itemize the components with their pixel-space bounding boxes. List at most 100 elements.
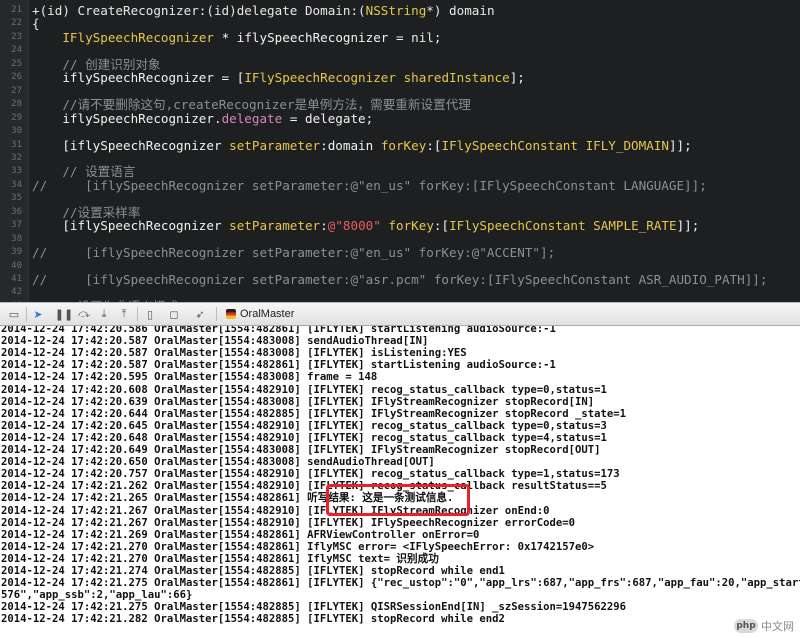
- line-number: 32: [11, 152, 22, 163]
- line-number: 41: [11, 274, 22, 284]
- code-token: SAMPLE_RATE: [593, 218, 677, 234]
- code-line: 24: [0, 44, 800, 57]
- code-text: {: [32, 17, 40, 30]
- line-number: 36: [11, 206, 22, 217]
- console-log-line: 2014-12-24 17:42:20.645 OralMaster[1554:…: [1, 419, 607, 432]
- step-over-icon[interactable]: ⤼: [74, 306, 94, 322]
- line-number: 39: [11, 247, 22, 258]
- console-log-line: 2014-12-24 17:42:20.757 OralMaster[1554:…: [1, 468, 620, 481]
- breakpoint-icon[interactable]: ➤: [28, 306, 48, 322]
- console-log-line: 2014-12-24 17:42:21.275 OralMaster[1554:…: [1, 601, 627, 614]
- line-number: 21: [11, 5, 22, 15]
- console-log-line: 2014-12-24 17:42:20.595 OralMaster[1554:…: [1, 371, 378, 384]
- console-output[interactable]: 2014-12-24 17:42:20.586 OralMaster[1554:…: [0, 326, 800, 639]
- console-log-line: 2014-12-24 17:42:21.282 OralMaster[1554:…: [1, 613, 505, 626]
- view-hierarchy-icon[interactable]: ▯: [140, 306, 160, 322]
- code-text: // [iflySpeechRecognizer setParameter:@"…: [32, 246, 555, 259]
- code-token: IFLY_DOMAIN: [585, 137, 669, 153]
- console-log-line: 2014-12-24 17:42:20.639 OralMaster[1554:…: [1, 395, 595, 408]
- code-line: 39 // [iflySpeechRecognizer setParameter:…: [0, 246, 800, 259]
- watermark-logo: php: [734, 619, 758, 633]
- code-line: 32: [0, 152, 800, 165]
- code-token: delegate: [221, 110, 283, 126]
- line-number: 29: [11, 112, 22, 123]
- code-text: [iflySpeechRecognizer setParameter:domai…: [32, 137, 692, 153]
- line-number: 34: [11, 179, 22, 190]
- memory-graph-icon[interactable]: ◻: [164, 306, 184, 322]
- line-number: 38: [11, 233, 22, 244]
- line-number: 37: [11, 220, 22, 231]
- code-token: :: [320, 218, 328, 234]
- code-token: IFlySpeechConstant: [441, 137, 578, 153]
- line-number: 22: [11, 18, 22, 29]
- code-token: [iflySpeechRecognizer: [32, 218, 230, 234]
- console-log-line: 2014-12-24 17:42:20.586 OralMaster[1554:…: [1, 326, 556, 335]
- code-token: ]];: [668, 137, 692, 153]
- code-token: iflySpeechRecognizer = [: [32, 70, 245, 86]
- code-line: 28 //请不要删除这句,createRecognizer是单例方法，需要重新设…: [0, 98, 800, 111]
- console-log-line: 2014-12-24 17:42:21.270 OralMaster[1554:…: [1, 552, 439, 565]
- console-log-line: 2014-12-24 17:42:20.608 OralMaster[1554:…: [1, 383, 607, 396]
- app-icon: [226, 309, 236, 319]
- code-token: IFlySpeechRecognizer: [244, 70, 396, 86]
- code-token: IFlySpeechConstant: [449, 218, 586, 234]
- pause-icon[interactable]: ❚❚: [54, 306, 74, 322]
- hide-console-icon[interactable]: ▭: [4, 306, 24, 322]
- console-log-line: 576","app_ssb":2,"app_lau":66}: [1, 589, 193, 602]
- code-token: +(id) CreateRecognizer:(id)delegate Doma…: [32, 3, 366, 18]
- code-line: 31 [iflySpeechRecognizer setParameter:do…: [0, 139, 800, 152]
- code-text: [iflySpeechRecognizer setParameter:@"800…: [32, 219, 699, 232]
- code-token: nil: [411, 29, 434, 45]
- line-number: 26: [11, 72, 22, 83]
- code-line: 21 +(id) CreateRecognizer:(id)delegate Do…: [0, 4, 800, 17]
- code-token: setParameter: [229, 137, 321, 153]
- console-log-line: 2014-12-24 17:42:21.270 OralMaster[1554:…: [1, 540, 595, 553]
- code-token: = delegate;: [282, 110, 374, 126]
- code-line: 27: [0, 85, 800, 98]
- debug-toolbar: ▭ ➤ ❚❚ ⤼ ⤓ ⤒ ▯ ◻ ➶ OralMaster: [0, 302, 800, 326]
- code-text: //设置采样率: [32, 206, 140, 219]
- code-token: IFlySpeechRecognizer: [62, 29, 214, 45]
- code-line: 22 {: [0, 17, 800, 30]
- code-line: 33 // 设置语言: [0, 165, 800, 178]
- console-log-line: 2014-12-24 17:42:20.649 OralMaster[1554:…: [1, 444, 601, 456]
- line-number: 33: [11, 166, 22, 177]
- app-target[interactable]: OralMaster: [226, 306, 294, 322]
- code-token: [iflySpeechRecognizer: [32, 137, 230, 153]
- code-line: 34 // [iflySpeechRecognizer setParameter:…: [0, 179, 800, 192]
- code-text: // 设置语言: [32, 165, 135, 178]
- step-into-icon[interactable]: ⤓: [94, 306, 114, 322]
- code-text: iflySpeechRecognizer.delegate = delegate…: [32, 112, 373, 125]
- console-log-line: 2014-12-24 17:42:20.587 OralMaster[1554:…: [1, 335, 429, 348]
- code-line: 25 // 创建识别对象: [0, 58, 800, 71]
- code-line: 42: [0, 286, 800, 299]
- step-out-icon[interactable]: ⤒: [114, 306, 134, 322]
- line-number: 25: [11, 58, 22, 69]
- console-log-line: 2014-12-24 17:42:21.275 OralMaster[1554:…: [1, 577, 800, 590]
- code-token: ];: [509, 70, 525, 86]
- code-token: ;: [433, 29, 442, 45]
- result-highlight-box: [326, 484, 470, 516]
- line-number: 40: [11, 260, 22, 271]
- code-line: 26 iflySpeechRecognizer = [IFlySpeechRec…: [0, 71, 800, 84]
- code-token: *) domain: [426, 3, 495, 18]
- code-token: forKey: [380, 137, 427, 153]
- code-token: ]];: [676, 218, 700, 234]
- code-text: // [iflySpeechRecognizer setParameter:@"…: [32, 273, 767, 286]
- location-icon[interactable]: ➶: [190, 306, 210, 322]
- console-log-line: 2014-12-24 17:42:21.262 OralMaster[1554:…: [1, 480, 607, 493]
- code-line: 35: [0, 192, 800, 205]
- code-text: IFlySpeechRecognizer * iflySpeechRecogni…: [32, 31, 441, 44]
- code-editor[interactable]: 21 +(id) CreateRecognizer:(id)delegate Do…: [0, 0, 800, 302]
- code-token: @"8000": [327, 218, 381, 234]
- console-log-line: 2014-12-24 17:42:20.587 OralMaster[1554:…: [1, 359, 556, 372]
- code-token: iflySpeechRecognizer.: [32, 110, 222, 126]
- console-log-line: 2014-12-24 17:42:20.587 OralMaster[1554:…: [1, 347, 467, 360]
- line-number: 31: [11, 139, 22, 150]
- code-line: 40: [0, 260, 800, 273]
- code-token: :[: [433, 218, 450, 234]
- toolbar-divider: [216, 307, 217, 321]
- code-token: // [iflySpeechRecognizer setParameter:@"…: [32, 177, 707, 193]
